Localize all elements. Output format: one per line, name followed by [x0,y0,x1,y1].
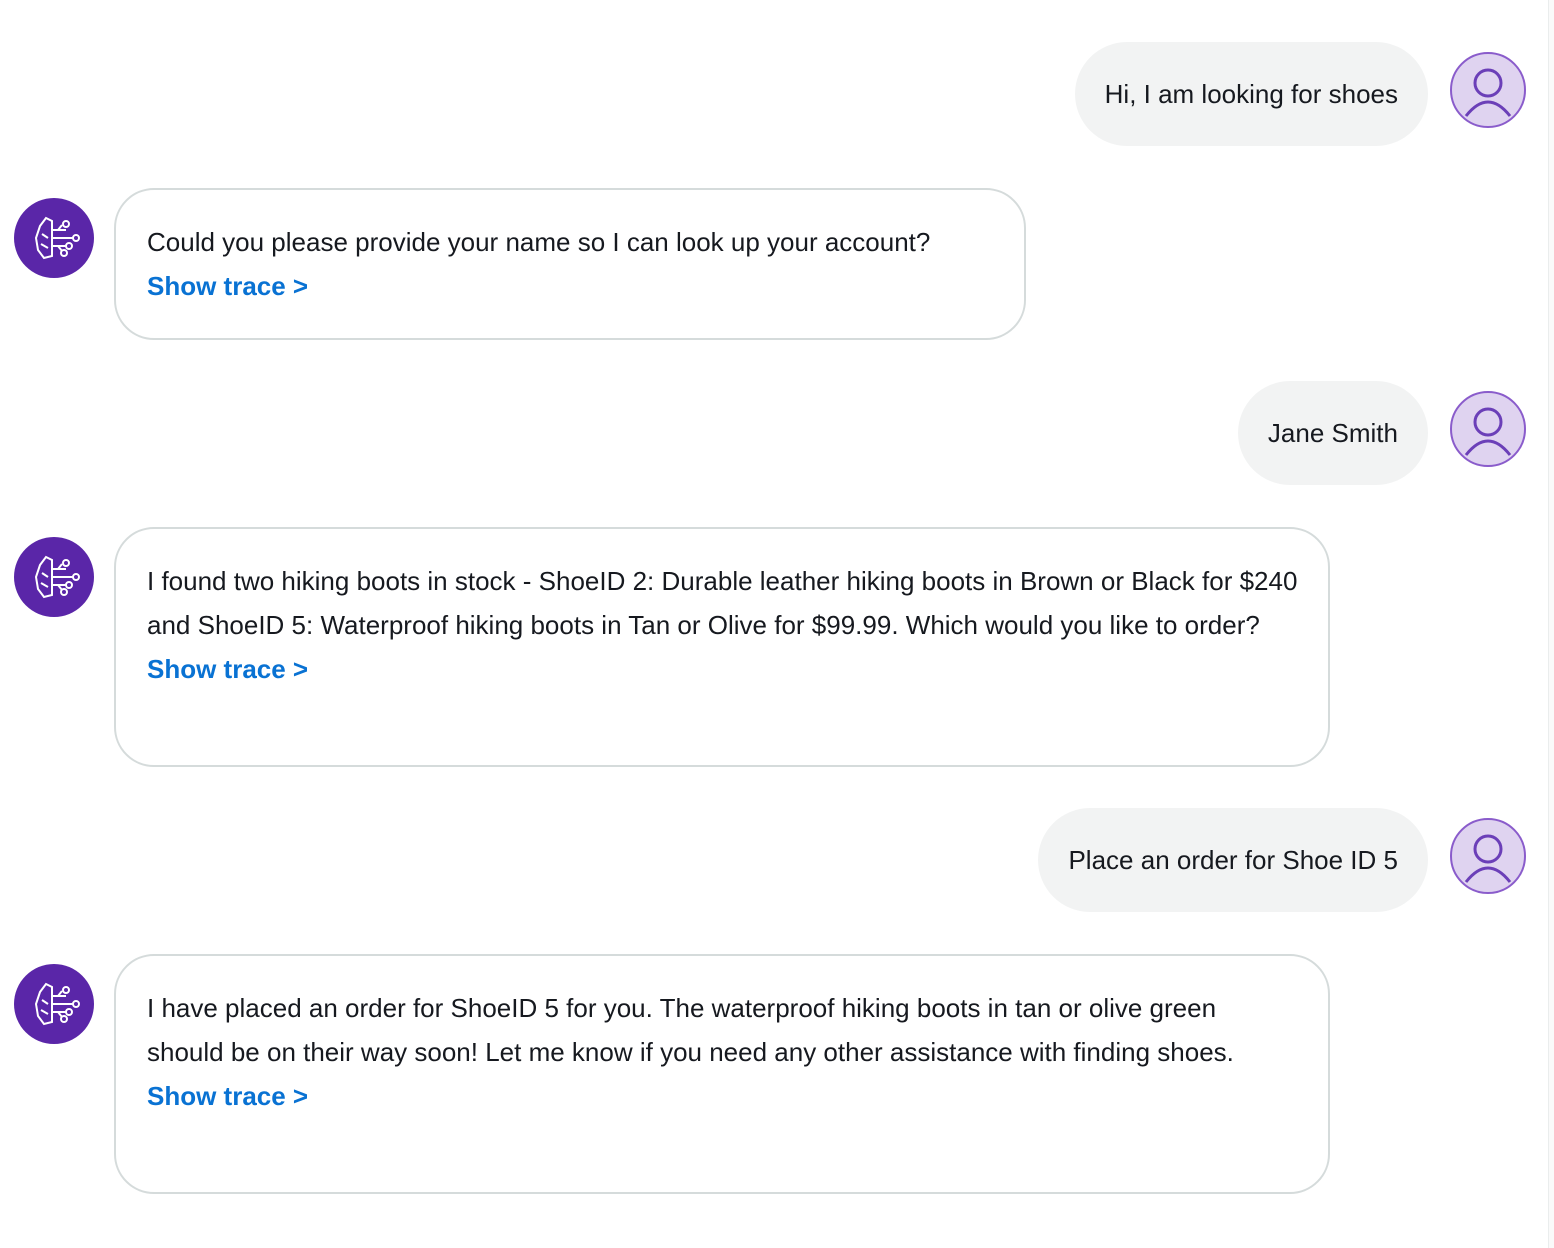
show-trace-link[interactable]: Show trace > [147,1074,308,1118]
ai-brain-icon [34,216,80,260]
ai-brain-icon [34,982,80,1026]
user-avatar [1450,52,1526,128]
user-avatar [1450,818,1526,894]
bot-avatar [14,964,94,1044]
assistant-message-text: I found two hiking boots in stock - Shoe… [147,566,1298,640]
assistant-message-text: I have placed an order for ShoeID 5 for … [147,993,1234,1067]
bot-avatar [14,198,94,278]
user-message-text: Place an order for Shoe ID 5 [1068,845,1398,875]
user-icon [1464,407,1512,456]
show-trace-link[interactable]: Show trace > [147,264,308,308]
assistant-message: I found two hiking boots in stock - Shoe… [114,527,1330,767]
show-trace-link[interactable]: Show trace > [147,647,308,691]
assistant-message: I have placed an order for ShoeID 5 for … [114,954,1330,1194]
user-icon [1464,834,1512,883]
user-message: Jane Smith [1237,381,1428,485]
scrollbar[interactable] [1548,0,1554,1248]
user-message-text: Jane Smith [1267,418,1398,448]
user-message: Hi, I am looking for shoes [1074,42,1428,146]
assistant-message-text: Could you please provide your name so I … [147,227,931,257]
user-avatar [1450,391,1526,467]
user-message: Place an order for Shoe ID 5 [1038,808,1428,912]
user-icon [1464,68,1512,117]
assistant-message: Could you please provide your name so I … [114,188,1026,340]
bot-avatar [14,537,94,617]
ai-brain-icon [34,555,80,599]
user-message-text: Hi, I am looking for shoes [1104,79,1398,109]
